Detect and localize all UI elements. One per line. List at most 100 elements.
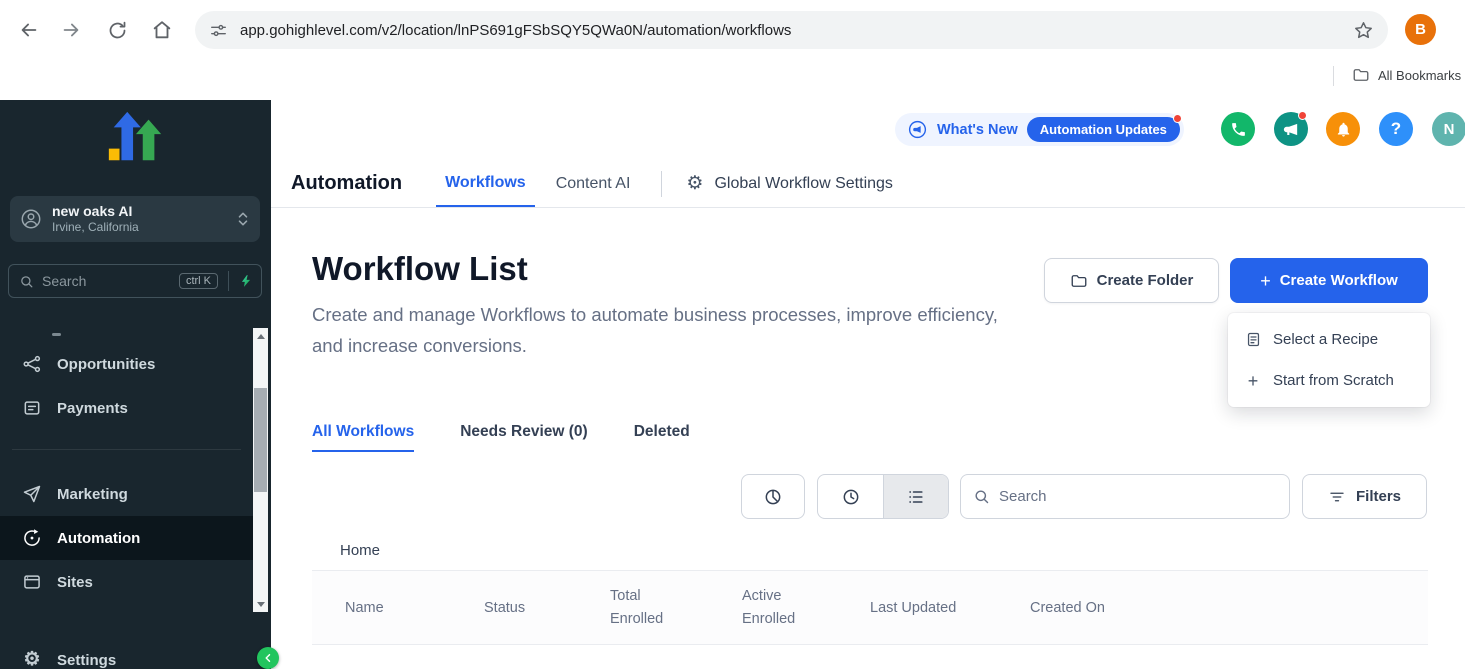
- phone-button[interactable]: [1221, 112, 1255, 146]
- keyboard-shortcut-badge: ctrl K: [179, 273, 218, 289]
- tab-needs-review[interactable]: Needs Review (0): [460, 414, 588, 452]
- sidebar-item-sites[interactable]: Sites: [0, 560, 253, 604]
- workflow-list-tabs: All Workflows Needs Review (0) Deleted: [312, 414, 690, 452]
- automation-icon: [22, 528, 42, 548]
- list-view-button[interactable]: [883, 475, 948, 518]
- notifications-button[interactable]: [1326, 112, 1360, 146]
- section-header: Automation Workflows Content AI ⚙ Global…: [291, 160, 1465, 207]
- partially-scrolled-item: [52, 333, 61, 336]
- scroll-down-button[interactable]: [253, 596, 268, 612]
- triangle-down-icon: [257, 602, 265, 607]
- whats-new-label: What's New: [937, 122, 1018, 138]
- location-switcher[interactable]: new oaks AI Irvine, California: [10, 196, 260, 242]
- sidebar-item-payments[interactable]: Payments: [0, 386, 253, 430]
- header-divider: [271, 207, 1465, 208]
- phone-icon: [1230, 121, 1247, 138]
- filters-label: Filters: [1356, 488, 1401, 505]
- whats-new-icon: [907, 119, 928, 140]
- settings-gear-icon: ⚙: [22, 650, 42, 669]
- table-header-row: Name Status Total Enrolled Active Enroll…: [312, 570, 1428, 645]
- home-button[interactable]: [149, 17, 175, 43]
- page-description: Create and manage Workflows to automate …: [312, 299, 1017, 361]
- sidebar-search[interactable]: ctrl K: [8, 264, 262, 298]
- bookmark-star-icon[interactable]: [1353, 20, 1374, 41]
- create-folder-button[interactable]: Create Folder: [1044, 258, 1219, 303]
- screen: app.gohighlevel.com/v2/location/lnPS691g…: [0, 0, 1465, 669]
- page-title: Workflow List: [312, 250, 528, 288]
- folder-icon: [1352, 66, 1370, 84]
- chevron-up-down-icon: [236, 210, 250, 228]
- menu-item-start-from-scratch[interactable]: + Start from Scratch: [1228, 360, 1430, 401]
- create-workflow-menu: Select a Recipe + Start from Scratch: [1228, 313, 1430, 407]
- tab-workflows[interactable]: Workflows: [436, 160, 535, 207]
- sidebar-item-marketing[interactable]: Marketing: [0, 472, 253, 516]
- sidebar-item-automation[interactable]: Automation: [0, 516, 253, 560]
- gear-icon: ⚙: [686, 174, 703, 193]
- column-header-total-enrolled: Total Enrolled: [610, 585, 742, 630]
- filters-button[interactable]: Filters: [1302, 474, 1427, 519]
- workflow-table: Name Status Total Enrolled Active Enroll…: [312, 570, 1428, 645]
- forward-icon: [60, 19, 82, 41]
- workflow-search[interactable]: [960, 474, 1290, 519]
- announcements-button[interactable]: [1274, 112, 1308, 146]
- tab-deleted[interactable]: Deleted: [634, 414, 690, 452]
- sidebar: new oaks AI Irvine, California ctrl K Op…: [0, 100, 271, 669]
- workflow-search-input[interactable]: [999, 488, 1277, 505]
- sidebar-item-opportunities[interactable]: Opportunities: [0, 342, 253, 386]
- breadcrumb-home[interactable]: Home: [340, 542, 380, 559]
- sidebar-item-label: Settings: [57, 652, 116, 669]
- gohighlevel-logo[interactable]: [104, 106, 166, 168]
- megaphone-icon: [1283, 121, 1300, 138]
- tab-content-ai[interactable]: Content AI: [547, 160, 640, 207]
- question-mark-icon: ?: [1391, 119, 1401, 139]
- address-bar[interactable]: app.gohighlevel.com/v2/location/lnPS691g…: [195, 11, 1388, 49]
- plus-icon: +: [1244, 372, 1262, 390]
- sidebar-search-input[interactable]: [42, 273, 171, 289]
- search-divider: [228, 271, 229, 291]
- recipe-icon: [1244, 331, 1262, 348]
- sidebar-scrollbar[interactable]: [253, 328, 268, 612]
- column-header-last-updated: Last Updated: [870, 600, 1030, 616]
- menu-item-select-recipe[interactable]: Select a Recipe: [1228, 319, 1430, 360]
- whats-new-button[interactable]: What's New Automation Updates: [895, 113, 1184, 146]
- url-text[interactable]: app.gohighlevel.com/v2/location/lnPS691g…: [240, 22, 1341, 39]
- sidebar-item-label: Payments: [57, 400, 128, 417]
- browser-chrome: app.gohighlevel.com/v2/location/lnPS691g…: [0, 0, 1465, 100]
- tab-all-workflows[interactable]: All Workflows: [312, 414, 414, 452]
- pie-chart-icon: [763, 487, 783, 507]
- scroll-up-button[interactable]: [253, 328, 268, 344]
- column-header-active-enrolled: Active Enrolled: [742, 585, 870, 630]
- location-name: new oaks AI: [52, 203, 226, 220]
- create-folder-label: Create Folder: [1097, 272, 1194, 289]
- column-header-status: Status: [484, 600, 610, 616]
- automation-updates-badge[interactable]: Automation Updates: [1027, 117, 1180, 142]
- global-workflow-settings-button[interactable]: ⚙ Global Workflow Settings: [686, 160, 893, 207]
- forward-button[interactable]: [58, 17, 84, 43]
- triangle-up-icon: [257, 334, 265, 339]
- all-bookmarks-button[interactable]: All Bookmarks: [1352, 66, 1461, 84]
- collapse-sidebar-button[interactable]: [257, 647, 279, 669]
- site-settings-icon[interactable]: [209, 21, 228, 40]
- sidebar-item-label: Marketing: [57, 486, 128, 503]
- search-icon: [19, 274, 34, 289]
- create-workflow-label: Create Workflow: [1280, 272, 1398, 289]
- opportunities-icon: [22, 354, 42, 374]
- create-workflow-button[interactable]: + Create Workflow: [1230, 258, 1428, 303]
- user-avatar[interactable]: N: [1432, 112, 1465, 146]
- account-icon: [20, 208, 42, 230]
- chart-view-button[interactable]: [741, 474, 805, 519]
- all-bookmarks-label: All Bookmarks: [1378, 68, 1461, 83]
- browser-profile-avatar[interactable]: B: [1405, 14, 1436, 45]
- history-view-button[interactable]: [818, 475, 883, 518]
- location-city: Irvine, California: [52, 220, 226, 235]
- sidebar-item-settings[interactable]: ⚙ Settings: [0, 638, 253, 669]
- section-title: Automation: [291, 172, 402, 195]
- scrollbar-thumb[interactable]: [254, 388, 267, 492]
- help-button[interactable]: ?: [1379, 112, 1413, 146]
- folder-icon: [1070, 272, 1088, 290]
- ai-spark-icon[interactable]: [239, 272, 253, 290]
- sites-icon: [22, 572, 42, 592]
- back-button[interactable]: [16, 17, 42, 43]
- filter-lines-icon: [1328, 488, 1346, 506]
- refresh-button[interactable]: [104, 17, 130, 43]
